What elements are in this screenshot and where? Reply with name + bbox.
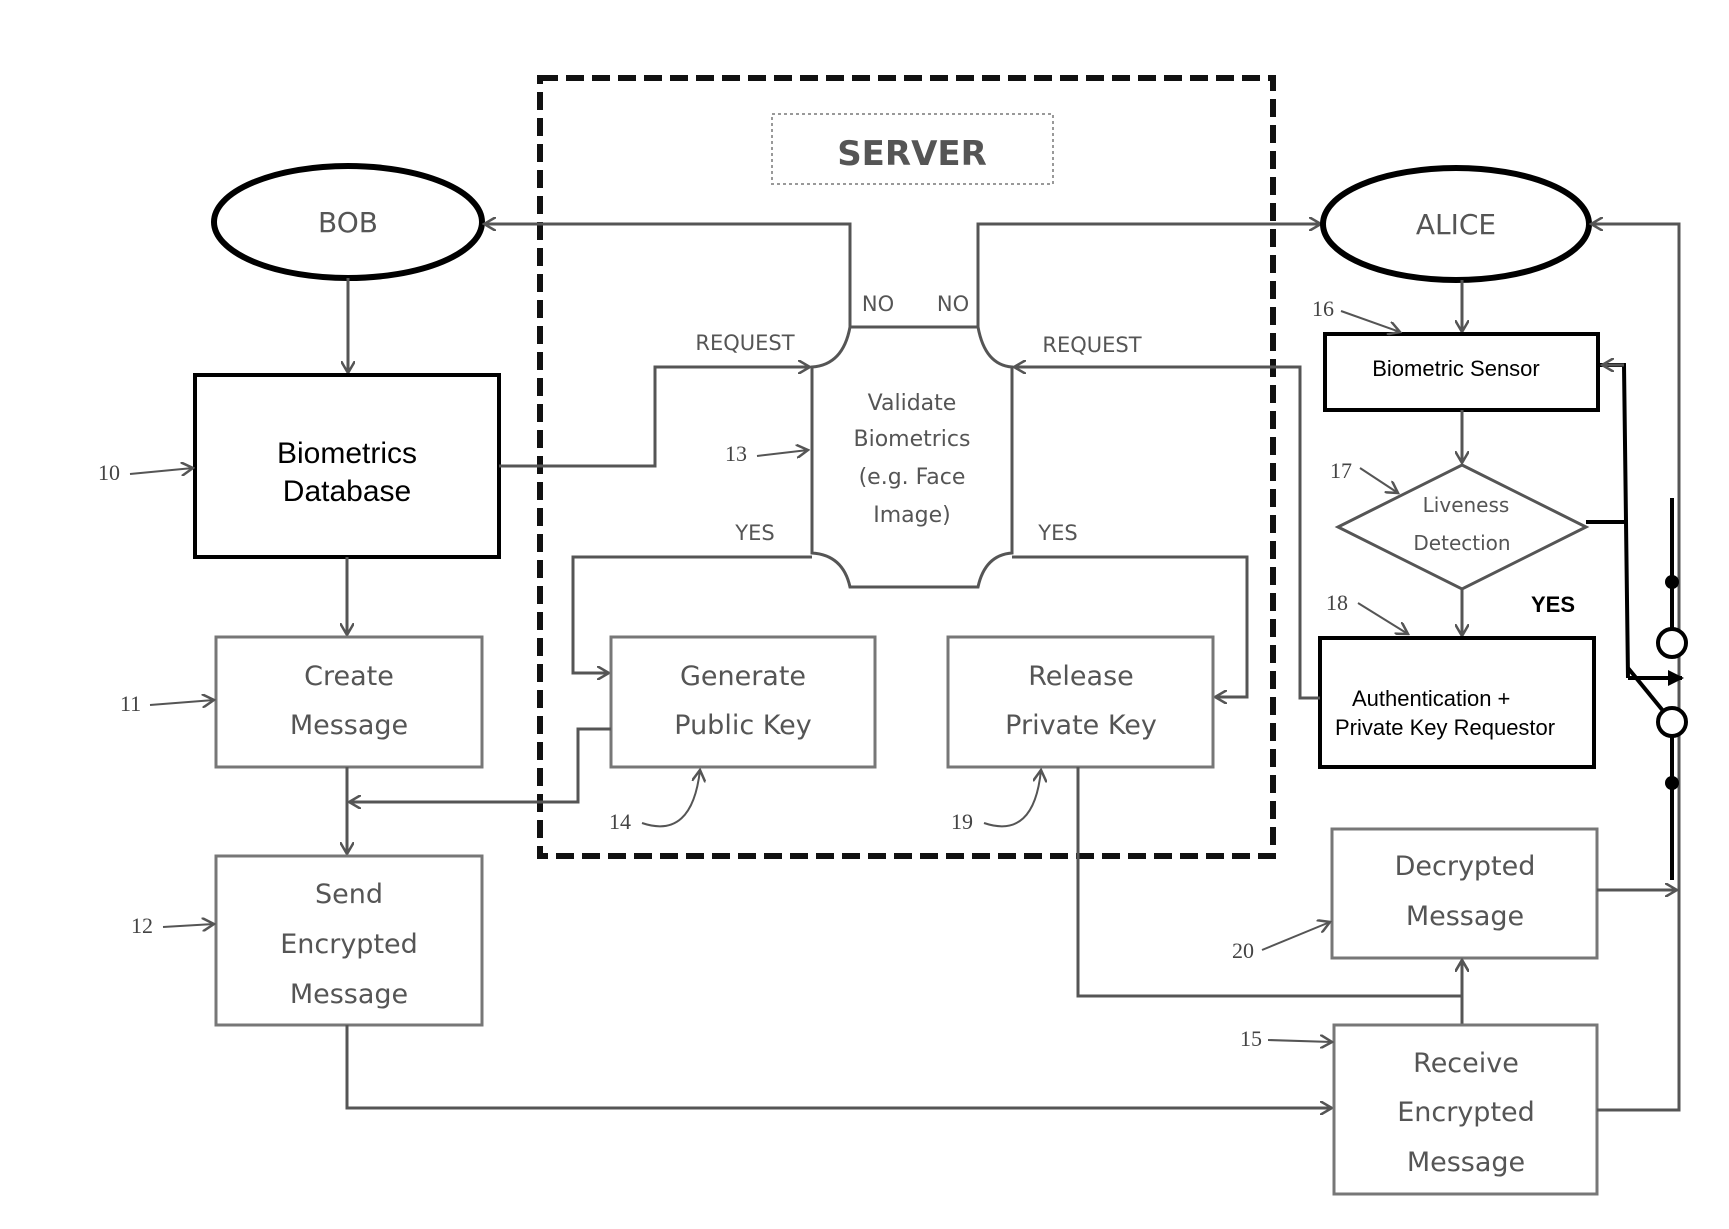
decrypted-line1: Decrypted (1395, 851, 1536, 882)
send-encrypted-line3: Message (290, 979, 408, 1010)
right-rail-to-alice (1591, 224, 1681, 1112)
auth-line1: Authentication + (1352, 686, 1510, 711)
liveness-switch[interactable] (1626, 498, 1688, 880)
ref-20-pointer (1261, 922, 1330, 951)
generate-public-key-box[interactable] (609, 635, 877, 769)
yes-left-label: YES (734, 521, 774, 545)
ref-18: 18 (1326, 590, 1348, 615)
generate-line1: Generate (680, 661, 806, 692)
ref-14-pointer (641, 770, 700, 828)
send-to-receive-connector (345, 1025, 1332, 1108)
alice-label: ALICE (1416, 208, 1496, 241)
liveness-line1: Liveness (1423, 493, 1510, 517)
switch-blade (1626, 666, 1666, 714)
validate-biometrics-shape[interactable] (810, 325, 1014, 589)
ref-15: 15 (1240, 1026, 1262, 1051)
ref-11: 11 (120, 691, 141, 716)
ref-18-pointer (1357, 602, 1408, 634)
create-message-line2: Message (290, 710, 408, 741)
request-right-label: REQUEST (1042, 333, 1141, 357)
release-private-key-box[interactable] (946, 635, 1215, 769)
ref-12-pointer (162, 924, 214, 927)
release-line1: Release (1028, 661, 1134, 692)
ref-16-pointer (1340, 310, 1400, 332)
generate-line2: Public Key (674, 710, 811, 741)
ref-19-pointer (983, 770, 1041, 828)
release-line2: Private Key (1005, 710, 1157, 741)
ref-10: 10 (98, 460, 120, 485)
create-message-line1: Create (304, 661, 394, 692)
create-message-box[interactable] (214, 635, 484, 769)
liveness-yes-label: YES (1531, 592, 1575, 617)
send-encrypted-line1: Send (315, 879, 383, 910)
validate-line3: (e.g. Face (859, 465, 966, 490)
biometric-sensor-label: Biometric Sensor (1372, 356, 1540, 381)
validate-line2: Biometrics (854, 427, 971, 452)
receive-line3: Message (1407, 1147, 1525, 1178)
receive-line2: Encrypted (1397, 1097, 1535, 1128)
auth-line2: Private Key Requestor (1335, 715, 1555, 740)
validate-no-to-alice-connector (976, 224, 1321, 327)
ref-11-pointer (149, 700, 214, 705)
ref-20: 20 (1232, 938, 1254, 963)
liveness-line2: Detection (1413, 531, 1510, 555)
no-right-label: NO (937, 292, 969, 316)
ref-15-pointer (1267, 1040, 1332, 1042)
ref-14: 14 (609, 809, 631, 834)
ref-17-pointer (1359, 467, 1398, 493)
ref-12: 12 (131, 913, 153, 938)
send-encrypted-line2: Encrypted (280, 929, 418, 960)
ref-10-pointer (129, 468, 193, 474)
decrypted-message-box[interactable] (1330, 827, 1599, 960)
biometrics-database-line2: Database (283, 475, 411, 508)
ref-17: 17 (1330, 458, 1352, 483)
server-label: SERVER (837, 134, 987, 174)
yes-right-label: YES (1037, 521, 1077, 545)
no-left-label: NO (862, 292, 894, 316)
bob-label: BOB (318, 206, 378, 239)
request-left-label: REQUEST (695, 331, 794, 355)
ref-13: 13 (725, 441, 747, 466)
decrypted-line2: Message (1406, 901, 1524, 932)
database-request-connector (499, 367, 810, 468)
liveness-detection-diamond[interactable] (1334, 463, 1590, 591)
ref-13-pointer (756, 450, 808, 456)
flowchart-canvas: SERVER BOB Biometrics Database Create Me… (98, 75, 1688, 1196)
switch-upper-contact-icon (1656, 627, 1688, 659)
receive-line1: Receive (1413, 1048, 1519, 1079)
ref-19: 19 (951, 809, 973, 834)
ref-16: 16 (1312, 296, 1334, 321)
validate-line4: Image) (873, 503, 950, 528)
validate-line1: Validate (868, 391, 957, 416)
biometrics-database-line1: Biometrics (277, 437, 417, 470)
